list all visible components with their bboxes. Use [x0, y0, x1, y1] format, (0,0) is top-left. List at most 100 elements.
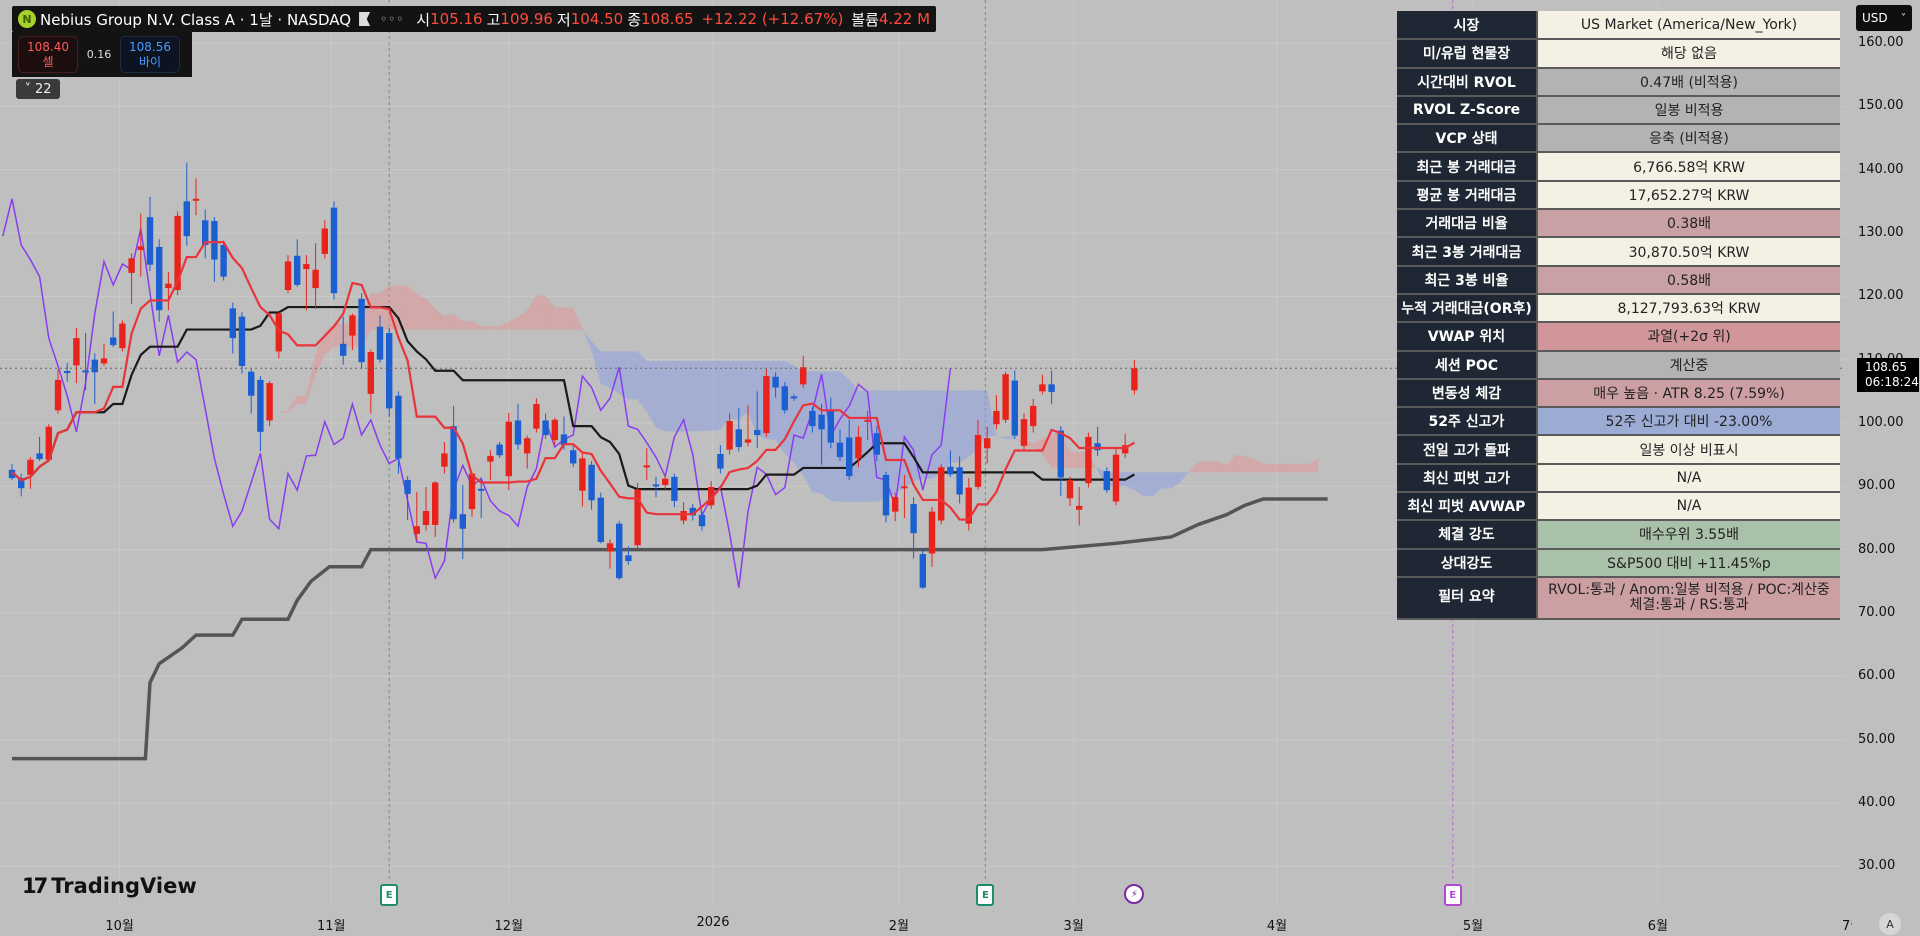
- candle-body: [772, 376, 779, 388]
- candle: [358, 293, 365, 369]
- open-value: 105.16: [430, 10, 483, 28]
- info-row: 시장 US Market (America/New_York): [1397, 11, 1840, 41]
- candle-body: [524, 438, 531, 454]
- candle-body: [478, 488, 485, 491]
- cloud-segment: [1217, 461, 1227, 473]
- volume-value: 4.22 M: [878, 10, 931, 28]
- candle-body: [579, 458, 586, 491]
- cloud-segment: [1070, 451, 1080, 468]
- earnings-event-icon[interactable]: E: [1443, 884, 1462, 906]
- spread-value: 0.16: [86, 48, 112, 61]
- price-tick-label: 140.00: [1858, 161, 1904, 177]
- info-label: 평균 봉 거래대금: [1397, 180, 1538, 211]
- candle-body: [873, 433, 880, 455]
- info-value: 0.58배: [1537, 265, 1840, 295]
- info-row: 시간대비 RVOL 0.47배 (비적용): [1397, 67, 1840, 97]
- candle-body: [616, 523, 623, 579]
- candle-body: [386, 333, 393, 409]
- candle-body: [54, 379, 62, 411]
- cloud-segment: [499, 321, 509, 330]
- candle-body: [257, 379, 264, 432]
- candle: [303, 255, 310, 311]
- candle-body: [349, 315, 356, 336]
- more-icon[interactable]: ◦◦◦: [380, 12, 404, 26]
- price-tick-label: 60.00: [1858, 668, 1896, 684]
- candle: [505, 412, 512, 491]
- info-row: 최신 피벗 고가 N/A: [1397, 463, 1840, 494]
- indicators-toggle-button[interactable]: ˅ 22: [16, 79, 60, 99]
- candle-body: [284, 261, 292, 290]
- cloud-segment: [1254, 458, 1264, 473]
- info-row: VCP 상태 응축 (비적용): [1397, 124, 1840, 154]
- cloud-segment: [1005, 436, 1015, 440]
- auto-scale-button[interactable]: A: [1879, 913, 1901, 935]
- candle-body: [781, 386, 788, 411]
- cloud-segment: [692, 360, 702, 432]
- candle: [487, 450, 494, 480]
- info-value: 매우 높음 · ATR 8.25 (7.59%): [1537, 378, 1840, 409]
- cloud-segment: [665, 360, 675, 432]
- info-label: 최근 3봉 거래대금: [1397, 237, 1538, 267]
- cloud-segment: [1244, 456, 1254, 473]
- candle: [275, 312, 282, 359]
- info-table: 시장 US Market (America/New_York) 미/유럽 현물장 해당…: [1397, 11, 1840, 620]
- candle: [119, 320, 126, 352]
- earnings-event-icon[interactable]: E: [380, 884, 399, 906]
- info-value: 해당 없음: [1537, 39, 1840, 69]
- info-label: 세션 POC: [1397, 350, 1538, 380]
- candle: [395, 391, 402, 474]
- info-value: 6,766.58억 KRW: [1537, 152, 1840, 182]
- cloud-segment: [1290, 463, 1300, 473]
- candle-body: [928, 511, 936, 554]
- candle: [1094, 426, 1101, 456]
- cloud-segment: [508, 316, 518, 330]
- time-tick-label: 2026: [696, 915, 730, 930]
- currency-dropdown[interactable]: USD ˅: [1856, 5, 1912, 31]
- sell-button[interactable]: 108.40 셀: [18, 36, 78, 73]
- candle-body: [358, 298, 365, 363]
- candle-body: [947, 466, 954, 475]
- info-row: 미/유럽 현물장 해당 없음: [1397, 39, 1840, 69]
- info-value: US Market (America/New_York): [1537, 11, 1840, 41]
- cloud-segment: [573, 308, 583, 330]
- split-event-icon[interactable]: ⚡: [1124, 884, 1145, 904]
- cloud-segment: [738, 360, 748, 420]
- candle-body: [827, 409, 834, 443]
- cloud-segment: [472, 320, 482, 330]
- candle: [1085, 432, 1092, 488]
- price-tick-label: 160.00: [1858, 35, 1904, 50]
- candle-body: [938, 467, 945, 521]
- candle: [616, 521, 623, 581]
- candle: [533, 398, 540, 433]
- symbol-title[interactable]: Nebius Group N.V. Class A · 1날 · NASDAQ: [40, 9, 351, 30]
- buy-button[interactable]: 108.56 바이: [120, 36, 180, 73]
- tradingview-logo[interactable]: 17 TradingView: [22, 874, 197, 898]
- candle-body: [100, 358, 108, 364]
- candle-body: [27, 459, 34, 475]
- price-tick-label: 80.00: [1858, 541, 1896, 557]
- candle-body: [1002, 374, 1009, 420]
- cloud-segment: [683, 360, 693, 432]
- flag-icon[interactable]: [359, 12, 371, 26]
- earnings-event-icon[interactable]: E: [976, 884, 995, 906]
- time-tick-label: 12월: [494, 919, 524, 934]
- candle-body: [330, 207, 338, 294]
- candle: [64, 362, 71, 382]
- candle: [294, 239, 301, 287]
- candle: [1030, 398, 1037, 433]
- cloud-segment: [1235, 454, 1245, 473]
- candle-body: [1030, 405, 1037, 427]
- candle: [496, 441, 503, 458]
- info-label: 시간대비 RVOL: [1397, 67, 1538, 97]
- candle-body: [110, 337, 117, 346]
- candle-body: [220, 245, 227, 277]
- candle-body: [818, 414, 825, 430]
- support-step-line: [12, 497, 1328, 761]
- buy-label: 바이: [138, 54, 162, 69]
- volume-label: 볼륨: [851, 10, 879, 29]
- cloud-segment: [646, 360, 656, 428]
- candle: [781, 381, 788, 414]
- symbol-legend[interactable]: N Nebius Group N.V. Class A · 1날 · NASDA…: [12, 6, 937, 32]
- close-value: 108.65: [641, 10, 694, 28]
- info-value: N/A: [1537, 463, 1840, 494]
